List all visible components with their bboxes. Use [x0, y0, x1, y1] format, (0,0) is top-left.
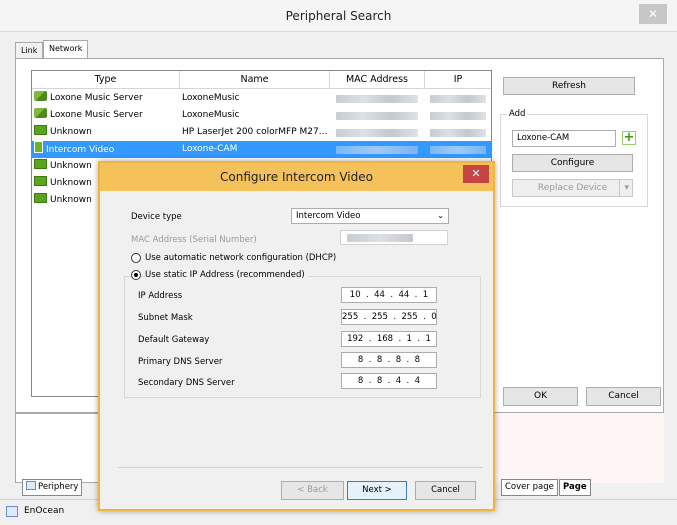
network-device-icon	[34, 125, 47, 135]
table-header: Type Name MAC Address IP	[32, 71, 491, 89]
row-name: Loxone-CAM	[182, 144, 238, 154]
row-name: HP LaserJet 200 colorMFP M27...	[182, 127, 328, 137]
add-device-name-input[interactable]: Loxone-CAM	[512, 130, 616, 147]
row-name: LoxoneMusic	[182, 110, 240, 120]
row-type: Unknown	[50, 178, 92, 188]
window-title: Peripheral Search	[285, 9, 392, 23]
ip-redacted	[430, 146, 486, 154]
field-label: Subnet Mask	[138, 313, 193, 323]
configure-button[interactable]: Configure	[512, 154, 633, 172]
ip-address-input[interactable]: 10 . 44 . 44 . 1	[341, 287, 437, 303]
field-label: Primary DNS Server	[138, 357, 223, 367]
ip-redacted	[430, 95, 486, 103]
row-name: LoxoneMusic	[182, 93, 240, 103]
enocean-icon	[6, 506, 18, 517]
tab-network[interactable]: Network	[43, 40, 89, 59]
static-ip-radio[interactable]	[131, 270, 141, 280]
next-button[interactable]: Next >	[347, 481, 407, 500]
row-type: Unknown	[50, 127, 92, 137]
window-titlebar: Peripheral Search ✕	[0, 0, 677, 32]
mac-address-field	[340, 230, 448, 245]
periphery-label: Periphery	[38, 482, 79, 492]
refresh-button[interactable]: Refresh	[503, 77, 635, 95]
window-close-button[interactable]: ✕	[639, 4, 667, 24]
col-header-ip[interactable]: IP	[425, 71, 491, 89]
device-type-value: Intercom Video	[296, 211, 361, 221]
table-row[interactable]: Loxone Music Server LoxoneMusic	[32, 90, 491, 107]
ip-redacted	[430, 112, 486, 120]
add-group-label: Add	[507, 109, 528, 119]
col-header-type[interactable]: Type	[32, 71, 180, 89]
secondary-dns-input[interactable]: 8 . 8 . 4 . 4	[341, 373, 437, 389]
ip-redacted	[430, 129, 486, 137]
music-server-icon	[34, 91, 47, 101]
chevron-down-icon: ⌄	[437, 211, 444, 220]
tab-page[interactable]: Page	[559, 479, 591, 496]
dhcp-label[interactable]: Use automatic network configuration (DHC…	[145, 253, 336, 263]
row-type: Intercom Video	[46, 145, 115, 155]
cancel-button[interactable]: Cancel	[586, 387, 661, 406]
primary-dns-input[interactable]: 8 . 8 . 8 . 8	[341, 352, 437, 368]
device-type-label: Device type	[131, 212, 182, 222]
table-row[interactable]: Loxone Music Server LoxoneMusic	[32, 107, 491, 124]
mac-address-label: MAC Address (Serial Number)	[131, 235, 257, 245]
replace-device-button: Replace Device ▾	[512, 179, 633, 197]
dialog-close-button[interactable]: ✕	[463, 165, 489, 183]
dropdown-arrow-icon: ▾	[619, 180, 629, 196]
tab-cover-page[interactable]: Cover page	[501, 479, 558, 496]
row-type: Loxone Music Server	[50, 93, 143, 103]
mac-redacted	[336, 146, 418, 154]
lower-right-area	[492, 413, 664, 483]
dialog-titlebar: Configure Intercom Video ✕	[100, 163, 493, 191]
dhcp-radio[interactable]	[131, 253, 141, 263]
divider	[118, 467, 483, 468]
field-label: IP Address	[138, 291, 183, 301]
device-type-select[interactable]: Intercom Video ⌄	[291, 208, 449, 224]
field-label: Secondary DNS Server	[138, 378, 235, 388]
network-device-icon	[34, 193, 47, 203]
ok-button[interactable]: OK	[503, 387, 578, 406]
table-row[interactable]: Unknown HP LaserJet 200 colorMFP M27...	[32, 124, 491, 141]
default-gateway-input[interactable]: 192 . 168 . 1 . 1	[341, 331, 437, 347]
intercom-icon	[34, 141, 43, 153]
network-device-icon	[34, 176, 47, 186]
dialog-title: Configure Intercom Video	[220, 170, 373, 184]
row-type: Loxone Music Server	[50, 110, 143, 120]
row-type: Unknown	[50, 161, 92, 171]
mac-redacted	[336, 95, 418, 103]
enocean-label[interactable]: EnOcean	[24, 506, 64, 516]
add-icon[interactable]: +	[622, 131, 636, 145]
table-row-selected[interactable]: Intercom Video Loxone-CAM	[32, 141, 491, 158]
col-header-mac[interactable]: MAC Address	[330, 71, 425, 89]
tab-link[interactable]: Link	[15, 42, 44, 59]
field-label: Default Gateway	[138, 335, 210, 345]
static-ip-label[interactable]: Use static IP Address (recommended)	[145, 270, 308, 280]
row-type: Unknown	[50, 195, 92, 205]
tab-periphery[interactable]: Periphery	[22, 479, 83, 496]
mac-redacted	[347, 234, 413, 242]
periphery-icon	[26, 481, 36, 490]
network-device-icon	[34, 159, 47, 169]
subnet-mask-input[interactable]: 255 . 255 . 255 . 0	[341, 309, 437, 325]
back-button: < Back	[281, 481, 344, 500]
col-header-name[interactable]: Name	[180, 71, 330, 89]
mac-redacted	[336, 112, 418, 120]
music-server-icon	[34, 108, 47, 118]
dialog-cancel-button[interactable]: Cancel	[415, 481, 476, 500]
configure-intercom-dialog: Configure Intercom Video ✕ Device type I…	[98, 161, 495, 511]
mac-redacted	[336, 129, 418, 137]
replace-device-label: Replace Device	[537, 183, 608, 193]
